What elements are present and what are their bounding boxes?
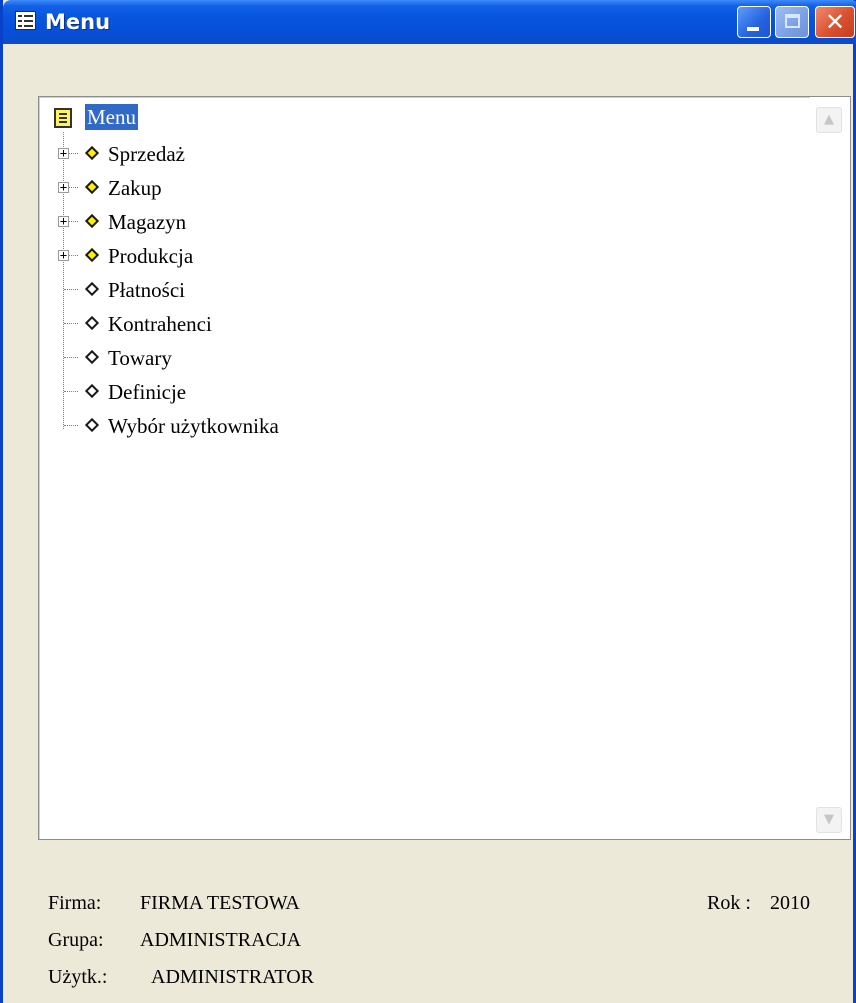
expand-icon[interactable]: +: [58, 181, 69, 193]
tree-connector: [64, 357, 78, 358]
scroll-up-button[interactable]: ▲: [816, 107, 842, 133]
tree-connector: [64, 289, 78, 290]
tree-item-towary[interactable]: Towary: [108, 343, 198, 373]
status-grupa: Grupa: ADMINISTRACJA: [48, 929, 301, 952]
expand-icon[interactable]: +: [58, 215, 69, 227]
firma-value: FIRMA TESTOWA: [140, 892, 300, 914]
tree-connector: [64, 425, 78, 426]
status-firma: Firma: FIRMA TESTOWA: [48, 892, 300, 915]
uzytk-value: ADMINISTRATOR: [151, 966, 314, 988]
firma-label: Firma:: [48, 892, 102, 914]
tree-item-label: Produkcja: [108, 244, 194, 268]
grupa-label: Grupa:: [48, 929, 104, 951]
tree-connector: [63, 132, 64, 429]
status-rok: Rok : 2010: [707, 892, 810, 915]
maximize-icon: [785, 14, 800, 28]
tree-item-label: Magazyn: [108, 210, 187, 234]
close-button[interactable]: ✕: [815, 6, 855, 38]
tree-item-magazyn[interactable]: Magazyn: [108, 207, 208, 237]
tree-item-label: Towary: [108, 346, 172, 370]
tree-item-label: Kontrahenci: [108, 312, 212, 336]
close-icon: ✕: [824, 8, 846, 36]
grupa-value: ADMINISTRACJA: [140, 929, 302, 951]
tree-item-label: Zakup: [108, 176, 162, 200]
vertical-scrollbar[interactable]: ▲ ▼: [810, 97, 850, 839]
scroll-down-button[interactable]: ▼: [816, 807, 842, 833]
tree-item-label: Płatności: [108, 278, 185, 302]
tree-item-sprzedaz[interactable]: Sprzedaż: [108, 139, 218, 169]
tree-item-kontrahenci[interactable]: Kontrahenci: [108, 309, 248, 339]
uzytk-label: Użytk.:: [48, 966, 108, 988]
form-icon: [15, 11, 36, 30]
tree-root-menu[interactable]: Menu: [85, 104, 138, 130]
menu-root-icon[interactable]: [54, 108, 72, 128]
expand-icon[interactable]: +: [58, 147, 69, 159]
tree-item-zakup[interactable]: Zakup: [108, 173, 188, 203]
status-uzytkownik: Użytk.: ADMINISTRATOR: [48, 966, 314, 989]
tree-item-definicje[interactable]: Definicje: [108, 377, 218, 407]
window-title: Menu: [45, 10, 111, 34]
menu-window: Menu ✕ ▲ ▼ Menu + Sprzedaż + Zakup + Mag…: [0, 0, 856, 1003]
title-bar[interactable]: Menu ✕: [3, 0, 856, 44]
tree-item-wybor-uzytkownika[interactable]: Wybór użytkownika: [108, 411, 343, 441]
tree-item-platnosci[interactable]: Płatności: [108, 275, 218, 305]
tree-item-label: Definicje: [108, 380, 187, 404]
expand-icon[interactable]: +: [58, 249, 69, 261]
minimize-icon: [747, 27, 759, 31]
rok-value: 2010: [770, 892, 810, 914]
tree-item-label: Sprzedaż: [108, 142, 185, 166]
minimize-button[interactable]: [737, 6, 771, 38]
tree-connector: [64, 323, 78, 324]
rok-label: Rok :: [707, 892, 751, 914]
tree-item-label: Wybór użytkownika: [108, 414, 279, 438]
tree-item-produkcja[interactable]: Produkcja: [108, 241, 228, 271]
maximize-button[interactable]: [775, 6, 809, 38]
tree-connector: [64, 391, 78, 392]
